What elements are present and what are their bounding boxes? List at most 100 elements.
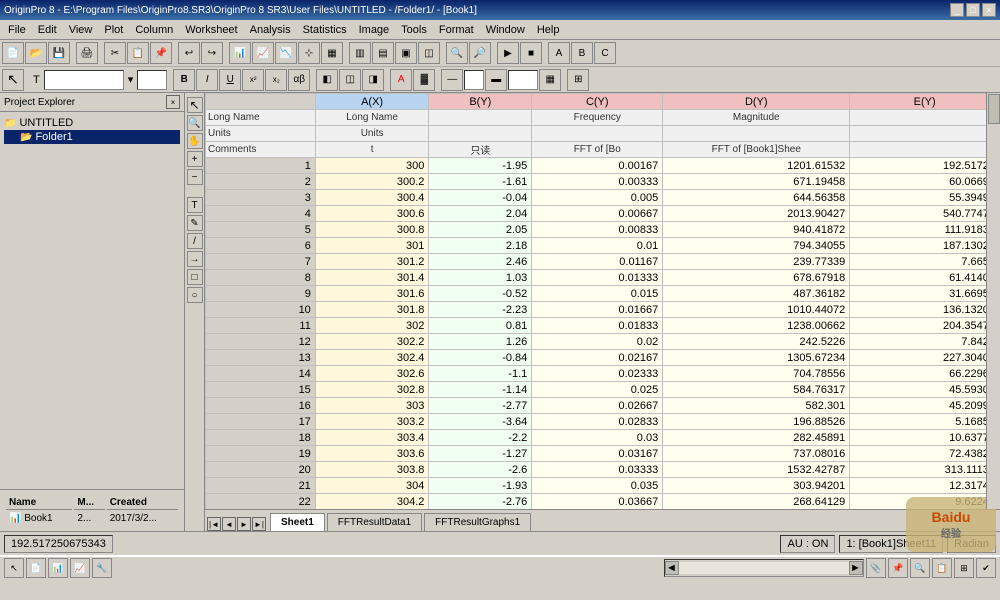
menu-statistics[interactable]: Statistics xyxy=(297,22,353,38)
data-cell[interactable]: -1.95 xyxy=(429,158,532,174)
tb-italic[interactable]: I xyxy=(196,69,218,91)
left-tb-circle[interactable]: ○ xyxy=(187,287,203,303)
tb-line[interactable]: — xyxy=(441,69,463,91)
data-cell[interactable]: -2.77 xyxy=(429,398,532,414)
data-cell[interactable]: -1.1 xyxy=(429,366,532,382)
tab-fftresultdata1[interactable]: FFTResultData1 xyxy=(327,513,422,531)
col-a-header[interactable]: A(X) xyxy=(315,94,429,110)
data-cell[interactable]: 0.02833 xyxy=(532,414,663,430)
data-cell[interactable]: 0.01167 xyxy=(532,254,663,270)
data-cell[interactable]: 0.00167 xyxy=(532,158,663,174)
col-e-header[interactable]: E(Y) xyxy=(850,94,1000,110)
table-row[interactable]: 17303.2-3.640.02833196.885265.16851 xyxy=(206,414,1000,430)
tree-book1-row[interactable]: 📊 Book1 2... 2017/3/2... xyxy=(6,512,178,525)
data-cell[interactable]: 644.56358 xyxy=(663,190,850,206)
menu-help[interactable]: Help xyxy=(531,22,566,38)
table-row[interactable]: 21304-1.930.035303.9420112.31743 xyxy=(206,478,1000,494)
data-cell[interactable]: 940.41872 xyxy=(663,222,850,238)
data-cell[interactable]: 1201.61532 xyxy=(663,158,850,174)
data-cell[interactable]: -0.52 xyxy=(429,286,532,302)
data-cell[interactable]: 242.5226 xyxy=(663,334,850,350)
data-cell[interactable]: 302.4 xyxy=(315,350,429,366)
data-cell[interactable]: 301 xyxy=(315,238,429,254)
data-cell[interactable]: 1238.00662 xyxy=(663,318,850,334)
data-cell[interactable]: 300.6 xyxy=(315,206,429,222)
tb-zoom[interactable]: 🔍 xyxy=(446,42,468,64)
data-cell[interactable]: 2013.90427 xyxy=(663,206,850,222)
data-cell[interactable]: 0.81 xyxy=(429,318,532,334)
data-cell[interactable]: -1.61 xyxy=(429,174,532,190)
task-extra-1[interactable]: 📎 xyxy=(866,558,886,578)
data-cell[interactable]: 268.64129 xyxy=(663,494,850,510)
tb-undo[interactable]: ↩ xyxy=(178,42,200,64)
left-tb-text[interactable]: T xyxy=(187,197,203,213)
tb-col3[interactable]: ▣ xyxy=(395,42,417,64)
data-cell[interactable]: 584.76317 xyxy=(663,382,850,398)
table-row[interactable]: 22304.2-2.760.03667268.641299.62242 xyxy=(206,494,1000,510)
tab-fftresultgraphs1[interactable]: FFTResultGraphs1 xyxy=(424,513,531,531)
data-cell[interactable]: 300.4 xyxy=(315,190,429,206)
tb-bold[interactable]: B xyxy=(173,69,195,91)
table-row[interactable]: 113020.810.018331238.00662204.35472 xyxy=(206,318,1000,334)
tb-new[interactable]: 📄 xyxy=(2,42,24,64)
font-name-input[interactable]: Default: A xyxy=(44,70,124,90)
panel-close-btn[interactable]: × xyxy=(166,95,180,109)
data-cell[interactable]: 7.8423 xyxy=(850,334,1000,350)
left-tb-plus[interactable]: + xyxy=(187,151,203,167)
data-cell[interactable]: 303.6 xyxy=(315,446,429,462)
data-cell[interactable]: 303.4 xyxy=(315,430,429,446)
data-cell[interactable]: 204.35472 xyxy=(850,318,1000,334)
data-cell[interactable]: 0.03167 xyxy=(532,446,663,462)
table-row[interactable]: 8301.41.030.01333678.6791861.41406 xyxy=(206,270,1000,286)
tb-redo[interactable]: ↪ xyxy=(201,42,223,64)
task-extra-4[interactable]: 📋 xyxy=(932,558,952,578)
data-cell[interactable]: 0.01667 xyxy=(532,302,663,318)
data-cell[interactable]: 704.78556 xyxy=(663,366,850,382)
data-cell[interactable]: 303.2 xyxy=(315,414,429,430)
data-cell[interactable]: -1.14 xyxy=(429,382,532,398)
hscroll-right-btn[interactable]: ► xyxy=(849,561,863,575)
menu-image[interactable]: Image xyxy=(353,22,396,38)
tb-col[interactable]: ▥ xyxy=(349,42,371,64)
data-cell[interactable]: -2.23 xyxy=(429,302,532,318)
data-cell[interactable]: 302.2 xyxy=(315,334,429,350)
data-cell[interactable]: 136.13206 xyxy=(850,302,1000,318)
data-cell[interactable]: 1.26 xyxy=(429,334,532,350)
tb-save[interactable]: 💾 xyxy=(48,42,70,64)
col-c-header[interactable]: C(Y) xyxy=(532,94,663,110)
menu-format[interactable]: Format xyxy=(433,22,480,38)
data-cell[interactable]: 31.66954 xyxy=(850,286,1000,302)
tb-plot1[interactable]: 📈 xyxy=(252,42,274,64)
data-cell[interactable]: 313.11136 xyxy=(850,462,1000,478)
data-cell[interactable]: 301.6 xyxy=(315,286,429,302)
tab-prev-btn[interactable]: ◄ xyxy=(222,517,236,531)
data-cell[interactable]: 0.02167 xyxy=(532,350,663,366)
data-cell[interactable]: 0.03667 xyxy=(532,494,663,510)
data-cell[interactable]: 2.04 xyxy=(429,206,532,222)
close-button[interactable]: × xyxy=(982,3,996,17)
data-cell[interactable]: 301.8 xyxy=(315,302,429,318)
left-tb-rect[interactable]: □ xyxy=(187,269,203,285)
tb-d1[interactable]: ◫ xyxy=(418,42,440,64)
task-btn-5[interactable]: 🔧 xyxy=(92,558,112,578)
tb-scatter[interactable]: ⊹ xyxy=(298,42,320,64)
scroll-thumb[interactable] xyxy=(988,94,1000,124)
data-cell[interactable]: 45.20993 xyxy=(850,398,1000,414)
data-cell[interactable]: 187.13025 xyxy=(850,238,1000,254)
data-cell[interactable]: 1.03 xyxy=(429,270,532,286)
data-cell[interactable]: 2.05 xyxy=(429,222,532,238)
table-row[interactable]: 16303-2.770.02667582.30145.20993 xyxy=(206,398,1000,414)
data-cell[interactable]: 282.45891 xyxy=(663,430,850,446)
table-row[interactable]: 3300.4-0.040.005644.5635855.39496 xyxy=(206,190,1000,206)
task-extra-5[interactable]: ⊞ xyxy=(954,558,974,578)
data-cell[interactable]: 300.2 xyxy=(315,174,429,190)
data-cell[interactable]: 303 xyxy=(315,398,429,414)
data-cell[interactable]: 300.8 xyxy=(315,222,429,238)
left-tb-arrow[interactable]: ↖ xyxy=(187,97,203,113)
data-cell[interactable]: 301.4 xyxy=(315,270,429,286)
menu-plot[interactable]: Plot xyxy=(98,22,129,38)
data-cell[interactable]: 302 xyxy=(315,318,429,334)
tree-root[interactable]: 📁 UNTITLED xyxy=(4,116,180,130)
tb-graph[interactable]: 📊 xyxy=(229,42,251,64)
data-cell[interactable]: 300 xyxy=(315,158,429,174)
